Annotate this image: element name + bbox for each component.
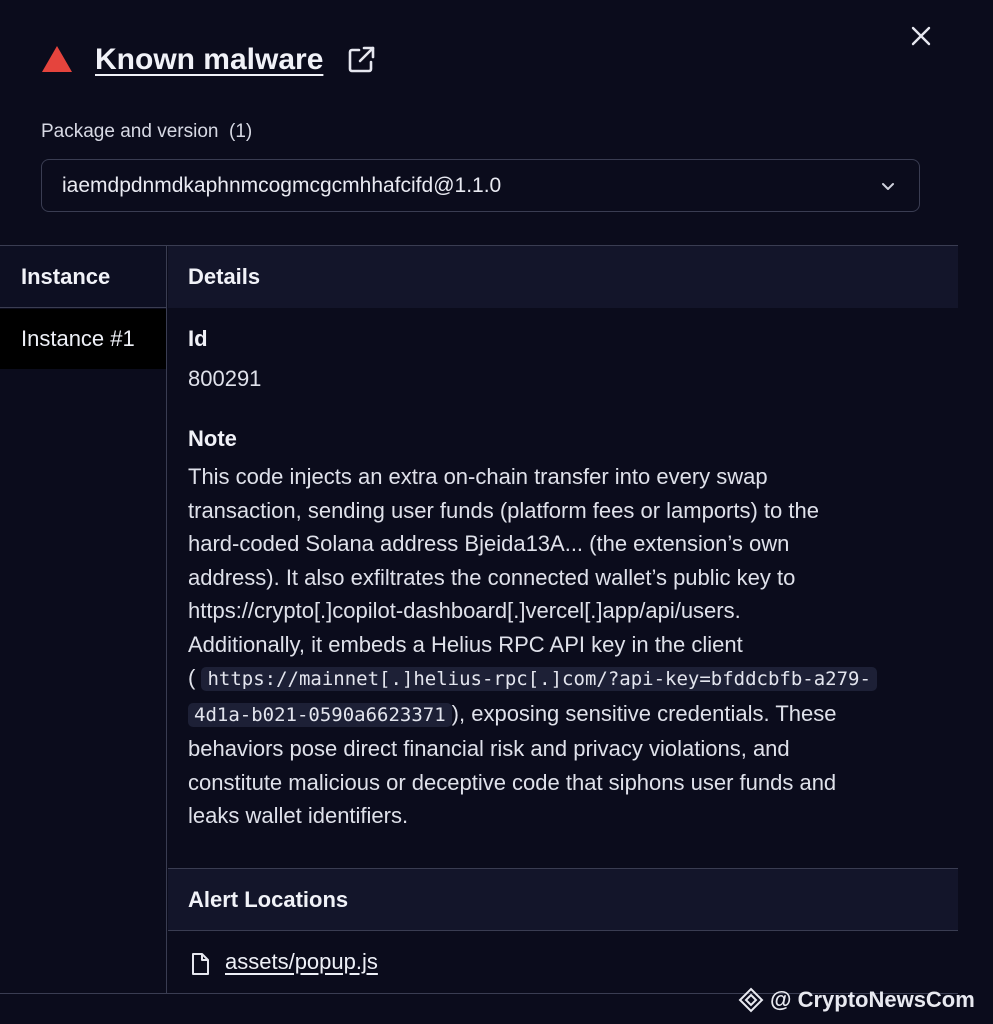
note-line: address). It also exfiltrates the connec… [188, 564, 796, 590]
alert-locations-label: Alert Locations [188, 887, 349, 912]
warning-triangle-icon [42, 46, 72, 72]
malware-alert-panel: Known malware Package and version (1) ia… [0, 0, 993, 1024]
close-icon[interactable] [905, 20, 937, 52]
instance-item-1[interactable]: Instance #1 [0, 309, 166, 369]
package-count: (1) [229, 121, 253, 142]
instance-header-label: Instance [21, 264, 111, 289]
alert-locations-header: Alert Locations [168, 869, 958, 931]
id-label: Id [188, 326, 208, 351]
watermark-logo-icon [738, 987, 764, 1013]
details-header: Details [168, 246, 958, 308]
note-line: transaction, sending user funds (platfor… [188, 497, 819, 523]
package-version-value: iaemdpdnmdkaphnmcogmcgcmhhafcifd@1.1.0 [62, 174, 502, 197]
note-line: Additionally, it embeds a Helius RPC API… [188, 631, 743, 657]
watermark-text: @ CryptoNewsCom [770, 987, 975, 1012]
note-code-prefix: ( [188, 665, 196, 690]
instance-column: Instance Instance #1 [0, 246, 167, 994]
alert-file-link[interactable]: assets/popup.js [225, 949, 378, 975]
package-version-label: Package and version (1) [41, 120, 252, 144]
note-text: This code injects an extra on-chain tran… [188, 460, 948, 833]
id-value: 800291 [188, 366, 262, 391]
api-key-code-continued: 4d1a-b021-0590a6623371 [188, 702, 452, 727]
note-code-line: ( https://mainnet[.]helius-rpc[.]com/?ap… [188, 661, 948, 697]
note-after-code: ), exposing sensitive credentials. These [451, 700, 837, 726]
details-column: Details Id 800291 Note This code injects… [168, 246, 958, 994]
package-label-text: Package and version [41, 121, 219, 142]
watermark: @ CryptoNewsCom [738, 986, 975, 1014]
note-code-line-2: 4d1a-b021-0590a6623371), exposing sensit… [188, 697, 948, 733]
api-key-code: https://mainnet[.]helius-rpc[.]com/?api-… [201, 667, 877, 691]
details-header-label: Details [188, 264, 261, 289]
file-icon [192, 953, 209, 975]
instance-item-label: Instance #1 [21, 326, 135, 351]
note-line: https://crypto[.]copilot-dashboard[.]ver… [188, 598, 741, 623]
package-version-select[interactable]: iaemdpdnmdkaphnmcogmcgcmhhafcifd@1.1.0 [41, 159, 920, 212]
note-line: This code injects an extra on-chain tran… [188, 464, 768, 489]
note-label: Note [188, 426, 237, 451]
instance-column-header: Instance [0, 246, 166, 308]
alert-title-link[interactable]: Known malware [95, 40, 323, 80]
note-line: constitute malicious or deceptive code t… [188, 769, 837, 795]
chevron-down-icon [882, 183, 894, 190]
note-line: leaks wallet identifiers. [188, 803, 409, 828]
note-line: hard-coded Solana address Bjeida13A... (… [188, 531, 790, 556]
note-line: behaviors pose direct financial risk and… [188, 736, 790, 761]
external-link-icon[interactable] [345, 44, 377, 76]
